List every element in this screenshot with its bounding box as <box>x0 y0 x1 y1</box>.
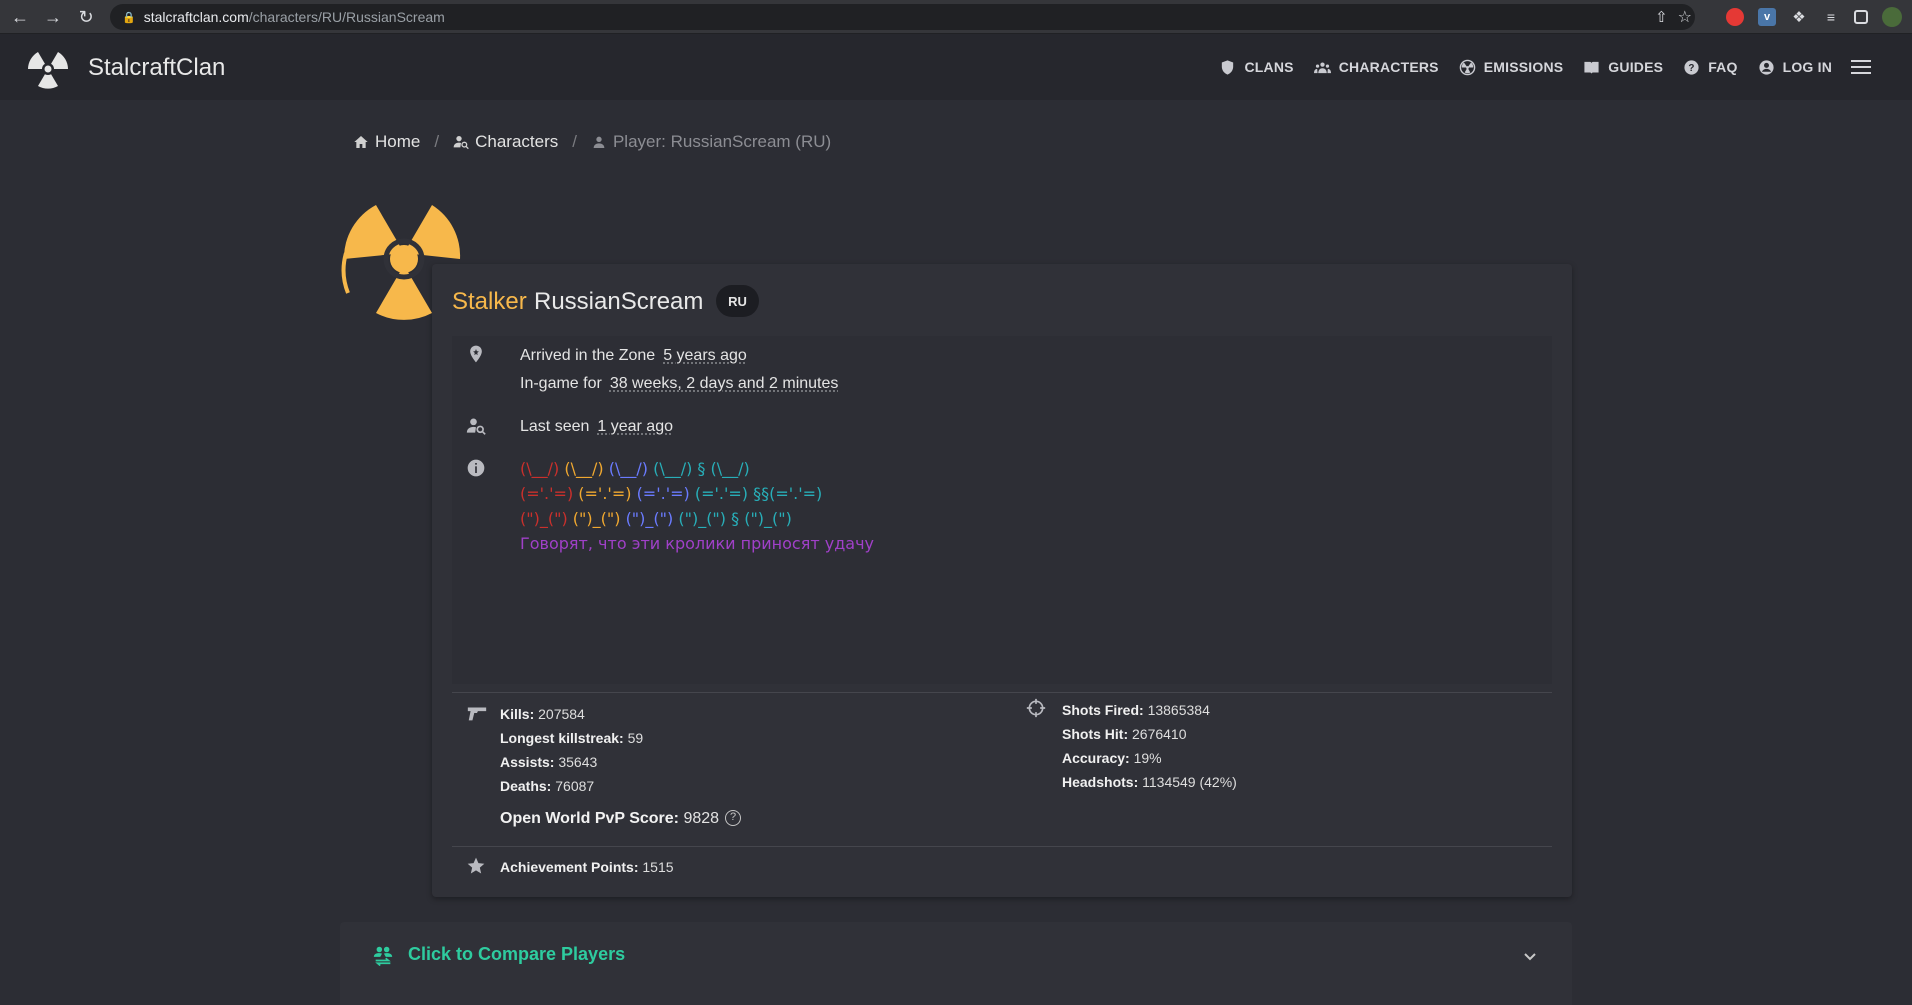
book-icon <box>1584 61 1599 74</box>
vk-extension-icon[interactable]: v <box>1758 8 1776 26</box>
arrived-value: 5 years ago <box>663 347 747 364</box>
radiation-alert-icon <box>1459 59 1475 75</box>
breadcrumb-characters[interactable]: Characters <box>453 132 558 152</box>
pvp-score: Open World PvP Score: 9828? <box>500 810 742 828</box>
browser-toolbar: ← → ↻ 🔒 stalcraftclan.com/characters/RU/… <box>0 0 1912 34</box>
side-panel-icon[interactable] <box>1854 10 1868 24</box>
url-path: /characters/RU/RussianScream <box>248 9 445 25</box>
nav-guides[interactable]: GUIDES <box>1583 59 1663 76</box>
top-navigation: CLANS CHARACTERS EMISSIONS GUIDES ? FAQ … <box>1219 34 1832 100</box>
forward-icon[interactable]: → <box>37 1 69 33</box>
ingame-value: 38 weeks, 2 days and 2 minutes <box>609 375 839 392</box>
map-marker-icon <box>470 345 482 363</box>
reload-icon[interactable]: ↻ <box>70 1 102 33</box>
nav-emissions[interactable]: EMISSIONS <box>1459 59 1564 76</box>
stats-divider <box>452 692 1552 693</box>
pistol-icon <box>467 707 487 721</box>
shots-hit-stat: Shots Hit: 2676410 <box>1062 726 1187 742</box>
player-name: RussianScream <box>534 288 704 315</box>
achievement-stat: Achievement Points: 1515 <box>500 859 674 875</box>
account-circle-icon <box>1758 59 1774 75</box>
radiation-emblem-icon <box>341 205 461 320</box>
group-icon <box>1313 62 1331 73</box>
compare-players-panel[interactable]: Click to Compare Players <box>340 922 1572 1005</box>
account-search-icon <box>453 136 469 150</box>
headshots-stat: Headshots: 1134549 (42%) <box>1062 774 1237 790</box>
home-icon <box>354 136 368 148</box>
account-compare-icon <box>373 946 393 966</box>
region-badge: RU <box>716 285 759 317</box>
breadcrumb: Home / Characters / Player: RussianScrea… <box>353 132 831 152</box>
share-icon[interactable]: ⇧ <box>1655 8 1668 26</box>
back-icon[interactable]: ← <box>4 1 36 33</box>
kills-stat: Kills: 207584 <box>500 706 585 722</box>
character-card: Stalker RussianScream RU Arrived in the … <box>432 264 1572 897</box>
nav-characters[interactable]: CHARACTERS <box>1313 59 1439 76</box>
compare-label[interactable]: Click to Compare Players <box>408 944 625 965</box>
site-header: StalcraftClan CLANS CHARACTERS EMISSIONS… <box>0 34 1912 100</box>
account-icon <box>593 136 605 148</box>
menu-icon[interactable] <box>1850 56 1872 78</box>
accuracy-stat: Accuracy: 19% <box>1062 750 1162 766</box>
breadcrumb-home[interactable]: Home <box>353 132 420 152</box>
help-icon[interactable]: ? <box>725 810 742 826</box>
lock-icon: 🔒 <box>122 11 136 24</box>
url-host: stalcraftclan.com <box>143 9 249 25</box>
character-header: Stalker RussianScream RU <box>432 264 1572 336</box>
reading-list-icon[interactable]: ≡ <box>1822 8 1840 26</box>
assists-stat: Assists: 35643 <box>500 754 598 770</box>
puzzle-icon[interactable]: ❖ <box>1790 8 1808 26</box>
svg-text:?: ? <box>1689 63 1695 74</box>
lastseen-row: Last seen 1 year ago <box>520 418 673 435</box>
breadcrumb-current: Player: RussianScream (RU) <box>591 132 831 152</box>
radiation-logo-icon[interactable] <box>26 46 70 90</box>
breadcrumb-separator: / <box>572 132 577 151</box>
star-icon <box>467 857 485 874</box>
lastseen-value: 1 year ago <box>597 418 673 435</box>
profile-avatar[interactable] <box>1882 7 1902 27</box>
breadcrumb-separator: / <box>434 132 440 151</box>
arrived-row: Arrived in the Zone 5 years ago <box>520 347 747 364</box>
star-icon[interactable]: ☆ <box>1678 7 1692 27</box>
brand-name[interactable]: StalcraftClan <box>88 54 225 82</box>
ingame-row: In-game for 38 weeks, 2 days and 2 minute… <box>520 375 839 392</box>
crosshairs-icon <box>1026 698 1046 718</box>
information-icon <box>467 459 485 477</box>
address-bar[interactable]: 🔒 stalcraftclan.com/characters/RU/Russia… <box>110 4 1695 30</box>
killstreak-stat: Longest killstreak: 59 <box>500 730 644 746</box>
deaths-stat: Deaths: 76087 <box>500 778 595 794</box>
nav-clans[interactable]: CLANS <box>1219 59 1294 76</box>
nav-login[interactable]: LOG IN <box>1758 59 1832 76</box>
character-info: Arrived in the Zone 5 years ago In-game f… <box>452 336 1552 684</box>
nav-faq[interactable]: ? FAQ <box>1683 59 1737 76</box>
chevron-down-icon[interactable] <box>1522 948 1538 964</box>
extension-red-icon[interactable] <box>1726 8 1744 26</box>
shots-fired-stat: Shots Fired: 13865384 <box>1062 702 1210 718</box>
achievement-divider <box>452 846 1552 847</box>
help-circle-icon: ? <box>1684 59 1699 75</box>
shield-icon <box>1222 59 1234 75</box>
player-bio: (\__/) (\__/) (\__/) (\__/) § (\__/) (='… <box>520 459 875 553</box>
account-search-icon <box>466 418 486 435</box>
